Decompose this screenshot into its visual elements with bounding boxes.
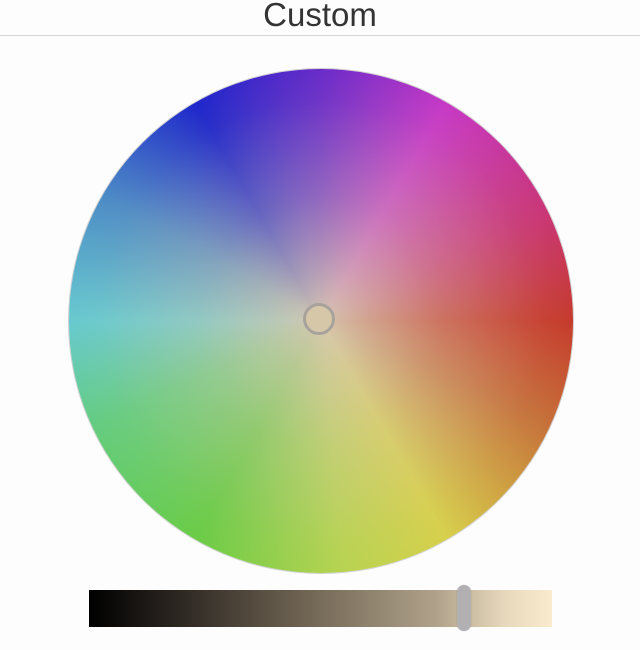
- color-picker-screen: Custom: [0, 0, 640, 650]
- brightness-slider-thumb[interactable]: [457, 585, 471, 631]
- color-wheel-handle[interactable]: [303, 303, 335, 335]
- header-bar: Custom: [0, 0, 640, 36]
- color-wheel[interactable]: [69, 69, 573, 573]
- page-title: Custom: [263, 0, 377, 33]
- brightness-slider-track[interactable]: [89, 590, 552, 627]
